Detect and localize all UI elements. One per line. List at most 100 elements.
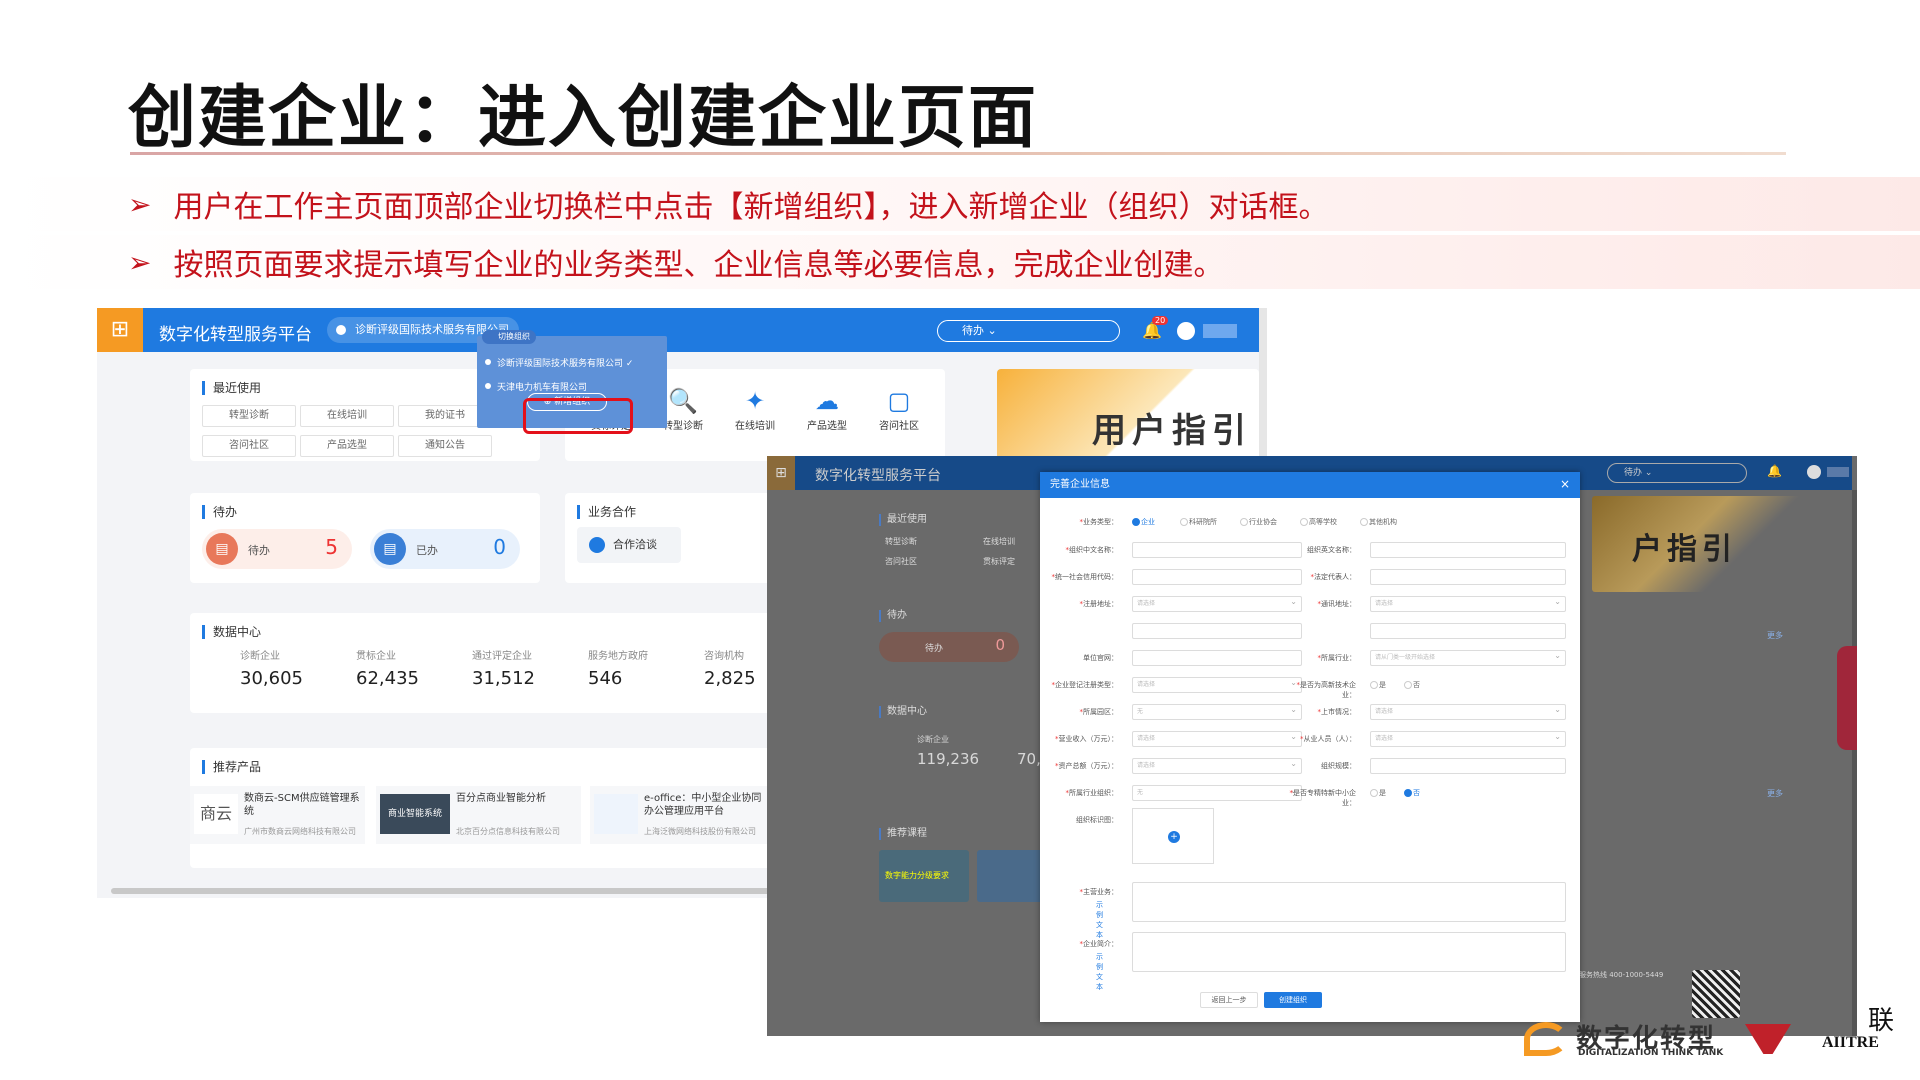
select-field[interactable]: 请选择 bbox=[1370, 703, 1566, 720]
avatar[interactable] bbox=[1807, 465, 1821, 479]
avatar[interactable] bbox=[1177, 322, 1195, 340]
logo-upload[interactable]: + bbox=[1132, 808, 1214, 864]
recent-item[interactable]: 转型诊断 bbox=[202, 405, 296, 427]
pending-pill[interactable]: 待办 0 bbox=[879, 632, 1019, 662]
vertical-scrollbar[interactable] bbox=[1852, 490, 1857, 1036]
stat-label: 诊断企业 bbox=[917, 735, 949, 744]
create-org-button[interactable]: 创建组织 bbox=[1264, 992, 1322, 1008]
product-name: 数商云-SCM供应链管理系统 bbox=[244, 793, 360, 817]
sample-link[interactable]: 示例文本 bbox=[1096, 952, 1103, 992]
radio-other[interactable]: 其他机构 bbox=[1360, 517, 1397, 527]
radio-yes[interactable]: 是 bbox=[1370, 680, 1386, 690]
recent-item[interactable]: 咨问社区 bbox=[202, 435, 296, 457]
horizontal-scrollbar[interactable] bbox=[111, 888, 791, 894]
radio-enterprise[interactable]: 企业 bbox=[1132, 517, 1155, 527]
search-input[interactable]: 待办 ⌄ bbox=[937, 320, 1120, 342]
product-item[interactable]: e-office：中小型企业协同办公管理应用平台 上海泛微网络科技股份有限公司 bbox=[590, 786, 790, 844]
product-name: 百分点商业智能分析 bbox=[456, 793, 546, 804]
recent-item[interactable]: 产品选型 bbox=[300, 435, 394, 457]
user-guide-banner[interactable]: 户指引 bbox=[1592, 496, 1842, 592]
tool-training[interactable]: ✦ 在线培训 bbox=[727, 387, 783, 432]
platform-name: 数字化转型服务平台 bbox=[815, 468, 941, 484]
select-field[interactable]: 请选择 bbox=[1132, 757, 1302, 774]
guide-text: 用户指引 bbox=[1092, 411, 1252, 451]
product-item[interactable]: 商云 数商云-SCM供应链管理系统 广州市数商云网络科技有限公司 bbox=[190, 786, 365, 844]
select-field[interactable]: 请选择 bbox=[1132, 595, 1302, 612]
radio-association[interactable]: 行业协会 bbox=[1240, 517, 1277, 527]
recent-title: 最近使用 bbox=[879, 514, 927, 526]
text-field[interactable] bbox=[1370, 569, 1566, 585]
main-business-textarea[interactable] bbox=[1132, 882, 1566, 922]
done-pill[interactable]: ▤ 已办 0 bbox=[370, 529, 520, 569]
arrow-bullet-icon: ➢ bbox=[128, 245, 152, 279]
recent-item[interactable]: 贯标评定 bbox=[977, 556, 1015, 568]
stat-item: 诊断企业 30,605 bbox=[240, 651, 303, 689]
more-link[interactable]: 更多 bbox=[1767, 630, 1783, 641]
tool-product[interactable]: ☁ 产品选型 bbox=[799, 387, 855, 432]
select-field[interactable]: 请选择 bbox=[1132, 676, 1302, 693]
text-field[interactable] bbox=[1370, 758, 1566, 774]
radio-university[interactable]: 高等学校 bbox=[1300, 517, 1337, 527]
recent-item[interactable]: 在线培训 bbox=[977, 536, 1015, 548]
pending-pill[interactable]: ▤ 待办 5 bbox=[202, 529, 352, 569]
select-field[interactable]: 无 bbox=[1132, 784, 1302, 801]
field-label: 组织规模： bbox=[1321, 762, 1356, 770]
recent-item[interactable]: 通知公告 bbox=[398, 435, 492, 457]
text-field[interactable] bbox=[1370, 542, 1566, 558]
product-item[interactable]: 商业智能系统 百分点商业智能分析 北京百分点信息科技有限公司 bbox=[376, 786, 581, 844]
bullet-1: ➢ 用户在工作主页面顶部企业切换栏中点击【新增组织】，进入新增企业（组织）对话框… bbox=[0, 177, 1920, 231]
select-field[interactable]: 请选择 bbox=[1132, 730, 1302, 747]
sample-link[interactable]: 示例文本 bbox=[1096, 900, 1103, 940]
cooperation-button[interactable]: 合作洽谈 bbox=[577, 527, 681, 563]
product-vendor: 上海泛微网络科技股份有限公司 bbox=[644, 827, 756, 836]
user-guide-banner[interactable]: 用户指引 bbox=[997, 369, 1259, 461]
bell-icon[interactable]: 🔔 bbox=[1767, 464, 1782, 478]
close-icon[interactable]: × bbox=[1560, 477, 1570, 491]
app-grid-icon[interactable]: ⊞ bbox=[97, 308, 143, 352]
side-toolbar[interactable] bbox=[1837, 646, 1857, 750]
guide-text: 户指引 bbox=[1632, 532, 1737, 567]
stat-value-partial: 70, bbox=[1017, 750, 1041, 768]
course-text: 数字能力分级要求 bbox=[885, 871, 949, 880]
bullet-2: ➢ 按照页面要求提示填写企业的业务类型、企业信息等必要信息，完成企业创建。 bbox=[0, 235, 1920, 289]
recent-item[interactable]: 转型诊断 bbox=[879, 536, 917, 548]
brand-logo-1: 数字化转型 DIGITALIZATION THINK TANK bbox=[1524, 1020, 1724, 1060]
text-field[interactable] bbox=[1132, 542, 1302, 558]
radio-research[interactable]: 科研院所 bbox=[1180, 517, 1217, 527]
intro-textarea[interactable] bbox=[1132, 932, 1566, 972]
field-label: *业务类型： bbox=[1079, 518, 1119, 526]
radio-yes[interactable]: 是 bbox=[1370, 788, 1386, 798]
prev-step-button[interactable]: 返回上一步 bbox=[1200, 992, 1258, 1008]
radio-no[interactable]: 否 bbox=[1404, 680, 1420, 690]
recent-item[interactable]: 在线培训 bbox=[300, 405, 394, 427]
tool-community[interactable]: ▢ 咨问社区 bbox=[871, 387, 927, 432]
field-label: *所属行业： bbox=[1317, 654, 1357, 662]
field-label: 单位官网： bbox=[1083, 654, 1118, 662]
field-label: *通讯地址： bbox=[1317, 600, 1357, 608]
pending-label: 待办 bbox=[925, 644, 944, 654]
text-field[interactable] bbox=[1132, 650, 1302, 666]
text-field[interactable] bbox=[1370, 623, 1566, 639]
username-blurred[interactable] bbox=[1827, 467, 1849, 477]
done-label: 已办 bbox=[416, 544, 438, 557]
select-field[interactable]: 请选择 bbox=[1370, 595, 1566, 612]
select-field[interactable]: 请选择 bbox=[1370, 730, 1566, 747]
course-title: 推荐课程 bbox=[879, 828, 927, 840]
text-field[interactable] bbox=[1132, 623, 1302, 639]
org-option[interactable]: 诊断评级国际技术服务有限公司 ✓ bbox=[485, 356, 633, 369]
search-input[interactable]: 待办 ⌄ bbox=[1607, 463, 1747, 483]
radio-no[interactable]: 否 bbox=[1404, 788, 1420, 798]
text-field[interactable] bbox=[1132, 569, 1302, 585]
more-link[interactable]: 更多 bbox=[1767, 788, 1783, 799]
arrow-bullet-icon: ➢ bbox=[128, 187, 152, 221]
course-item[interactable]: 数字能力分级要求 bbox=[879, 850, 969, 902]
username-blurred[interactable] bbox=[1203, 324, 1237, 338]
bullet-1-text: 用户在工作主页面顶部企业切换栏中点击【新增组织】，进入新增企业（组织）对话框。 bbox=[173, 190, 1329, 225]
select-field[interactable]: 无 bbox=[1132, 703, 1302, 720]
app-grid-icon[interactable]: ⊞ bbox=[767, 456, 795, 490]
stat-item: 服务地方政府 546 bbox=[588, 651, 648, 689]
recent-item[interactable]: 咨问社区 bbox=[879, 556, 917, 568]
course-item[interactable] bbox=[977, 850, 1047, 902]
org-option[interactable]: 天津电力机车有限公司 bbox=[485, 380, 587, 393]
select-field[interactable]: 请从门类一级开始选择 bbox=[1370, 649, 1566, 666]
